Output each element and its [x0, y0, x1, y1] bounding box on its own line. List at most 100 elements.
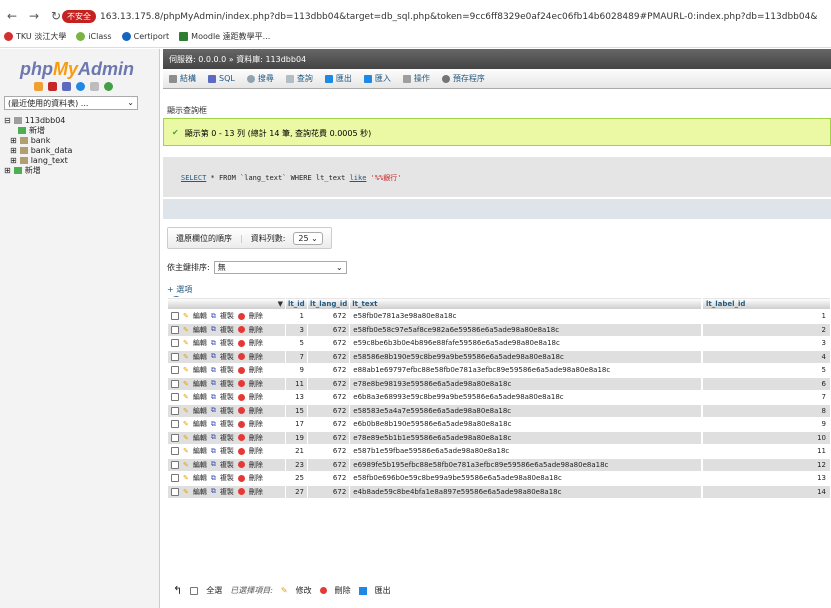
sql-query-box[interactable]: SELECT * FROM `lang_text` WHERE lt_text …	[163, 157, 831, 197]
edit-link[interactable]: 編輯	[193, 406, 207, 416]
row-checkbox[interactable]	[171, 325, 179, 334]
table-row[interactable]: ✎ 編輯 ⧉ 複製 刪除 21 672 e587b1e59fbae59586e6a5ade98…	[167, 444, 702, 459]
tab-sql[interactable]: SQL	[208, 74, 235, 83]
cell-lt-label-id[interactable]: 10	[702, 430, 831, 445]
collapse-icon[interactable]: ⊟	[4, 116, 11, 125]
docs-icon[interactable]	[76, 82, 85, 91]
check-all-checkbox[interactable]	[190, 586, 199, 595]
url-text[interactable]: 163.13.175.8/phpMyAdmin/index.php?db=113…	[100, 12, 817, 22]
cell-lt-text[interactable]: e58586e8b190e59c8be99a9be59586e6a5ade98a…	[349, 349, 702, 364]
cell-lt-id[interactable]: 15	[285, 403, 308, 418]
cell-lt-lang-id[interactable]: 672	[306, 349, 351, 364]
edit-link[interactable]: 編輯	[193, 338, 207, 348]
column-header-lt-text[interactable]: lt_text	[349, 297, 702, 310]
cell-lt-lang-id[interactable]: 672	[306, 390, 351, 405]
address-bar[interactable]: 不安全 163.13.175.8/phpMyAdmin/index.php?db…	[62, 8, 831, 25]
delete-link[interactable]: 刪除	[249, 392, 263, 402]
cell-lt-label-id[interactable]: 8	[702, 403, 831, 418]
tab-structure[interactable]: 結構	[169, 73, 196, 84]
tab-export[interactable]: 匯出	[324, 73, 352, 84]
delete-link[interactable]: 刪除	[249, 473, 263, 483]
edit-link[interactable]: 編輯	[193, 365, 207, 375]
copy-link[interactable]: 複製	[220, 338, 234, 348]
edit-link[interactable]: 編輯	[193, 325, 207, 335]
column-header-lt-lang-id[interactable]: lt_lang_id	[306, 297, 351, 310]
cell-lt-id[interactable]: 3	[285, 322, 308, 337]
row-checkbox[interactable]	[171, 474, 179, 483]
cell-lt-text[interactable]: e58583e5a4a7e59586e6a5ade98a80e8a18c	[349, 403, 702, 418]
edit-link[interactable]: 編輯	[193, 379, 207, 389]
cell-lt-lang-id[interactable]: 672	[306, 430, 351, 445]
row-checkbox[interactable]	[171, 366, 179, 375]
cell-lt-lang-id[interactable]: 672	[306, 484, 351, 499]
table-row[interactable]: 5	[702, 363, 831, 378]
table-row[interactable]: 4	[702, 349, 831, 364]
tab-search[interactable]: 搜尋	[246, 73, 274, 84]
table-row[interactable]: 13	[702, 471, 831, 486]
column-header-lt-label-id[interactable]: lt_label_id	[702, 297, 831, 310]
cell-lt-lang-id[interactable]: 672	[306, 376, 351, 391]
copy-link[interactable]: 複製	[220, 433, 234, 443]
table-row[interactable]: ✎ 編輯 ⧉ 複製 刪除 13 672 e6b8a3e68993e59c8be99a9be59…	[167, 390, 702, 405]
row-checkbox[interactable]	[171, 312, 179, 321]
copy-link[interactable]: 複製	[220, 406, 234, 416]
back-icon[interactable]: ←	[6, 9, 18, 23]
cell-lt-id[interactable]: 19	[285, 430, 308, 445]
cell-lt-text[interactable]: e78e89e5b1b1e59586e6a5ade98a80e8a18c	[349, 430, 702, 445]
cell-lt-text[interactable]: e6b8a3e68993e59c8be99a9be59586e6a5ade98a…	[349, 390, 702, 405]
cell-lt-lang-id[interactable]: 672	[306, 309, 351, 324]
cell-lt-text[interactable]: e6989fe5b195efbc88e58fb0e781a3efbc89e595…	[349, 457, 702, 472]
tab-operations[interactable]: 操作	[402, 73, 430, 84]
delete-link[interactable]: 刪除	[249, 311, 263, 321]
delete-link[interactable]: 刪除	[249, 433, 263, 443]
cell-lt-lang-id[interactable]: 672	[306, 444, 351, 459]
cell-lt-id[interactable]: 11	[285, 376, 308, 391]
cell-lt-id[interactable]: 21	[285, 444, 308, 459]
cell-lt-lang-id[interactable]: 672	[306, 417, 351, 432]
row-checkbox[interactable]	[171, 393, 179, 402]
bulk-delete-button[interactable]: 刪除	[335, 585, 351, 596]
cell-lt-text[interactable]: e6b0b8e8b190e59586e6a5ade98a80e8a18c	[349, 417, 702, 432]
query-window-icon[interactable]	[62, 82, 71, 91]
table-row[interactable]: 9	[702, 417, 831, 432]
cell-lt-text[interactable]: e58fb0e58c97e5af8ce982a6e59586e6a5ade98a…	[349, 322, 702, 337]
edit-link[interactable]: 編輯	[193, 392, 207, 402]
sql-select-keyword[interactable]: SELECT	[181, 174, 206, 182]
table-row[interactable]: 11	[702, 444, 831, 459]
copy-link[interactable]: 複製	[220, 352, 234, 362]
bookmark-tku[interactable]: TKU 淡江大學	[4, 31, 66, 42]
row-checkbox[interactable]	[171, 487, 179, 496]
cell-lt-label-id[interactable]: 1	[702, 309, 831, 324]
delete-link[interactable]: 刪除	[249, 446, 263, 456]
table-row[interactable]: ✎ 編輯 ⧉ 複製 刪除 15 672 e58583e5a4a7e59586e6a5ade98…	[167, 403, 702, 418]
cell-lt-id[interactable]: 13	[285, 390, 308, 405]
home-icon[interactable]	[34, 82, 43, 91]
tab-import[interactable]: 匯入	[363, 73, 391, 84]
copy-link[interactable]: 複製	[220, 460, 234, 470]
cell-lt-id[interactable]: 25	[285, 471, 308, 486]
table-row[interactable]: 8	[702, 403, 831, 418]
tree-table-lang-text[interactable]: ⊞ lang_text	[4, 155, 72, 165]
reload-nav-icon[interactable]	[104, 82, 113, 91]
cell-lt-lang-id[interactable]: 672	[306, 336, 351, 351]
reload-icon[interactable]: ↻	[50, 9, 62, 23]
table-row[interactable]: 3	[702, 336, 831, 351]
tab-routines[interactable]: 預存程序	[441, 73, 485, 84]
cell-lt-label-id[interactable]: 11	[702, 444, 831, 459]
table-row[interactable]: 10	[702, 430, 831, 445]
table-row[interactable]: ✎ 編輯 ⧉ 複製 刪除 17 672 e6b0b8e8b190e59586e6a5ade98…	[167, 417, 702, 432]
row-checkbox[interactable]	[171, 352, 179, 361]
row-checkbox[interactable]	[171, 379, 179, 388]
edit-link[interactable]: 編輯	[193, 460, 207, 470]
bookmark-iclass[interactable]: iClass	[76, 31, 112, 42]
copy-link[interactable]: 複製	[220, 473, 234, 483]
cell-lt-text[interactable]: e78e8be98193e59586e6a5ade98a80e8a18c	[349, 376, 702, 391]
copy-link[interactable]: 複製	[220, 487, 234, 497]
expand-icon[interactable]: ⊞	[4, 166, 11, 175]
delete-link[interactable]: 刪除	[249, 338, 263, 348]
cell-lt-text[interactable]: e4b8ade59c8be4bfa1e8a897e59586e6a5ade98a…	[349, 484, 702, 499]
row-checkbox[interactable]	[171, 406, 179, 415]
cell-lt-id[interactable]: 7	[285, 349, 308, 364]
check-all-label[interactable]: 全選	[206, 585, 222, 596]
table-row[interactable]: ✎ 編輯 ⧉ 複製 刪除 11 672 e78e8be98193e59586e6a5ade98…	[167, 376, 702, 391]
